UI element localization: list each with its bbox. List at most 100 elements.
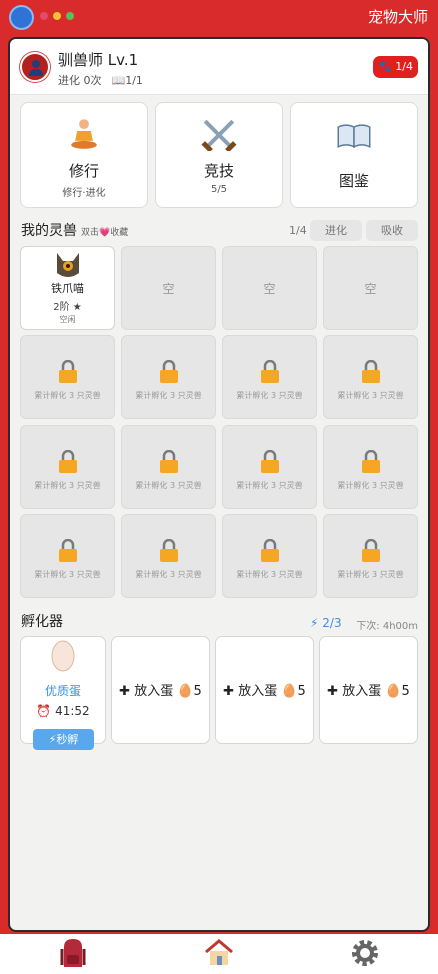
absorb-button[interactable]: 吸收	[366, 220, 418, 241]
timer-value: 41:52	[55, 704, 90, 718]
pets-hint: 双击💗收藏	[81, 228, 129, 238]
yellow-dot-icon	[53, 12, 61, 20]
locked-label: 累计孵化 3 只灵兽	[337, 481, 404, 490]
meditation-icon	[71, 119, 97, 149]
put-egg-button[interactable]: ✚ 放入蛋 🥚5	[216, 680, 313, 699]
gear-icon[interactable]	[349, 937, 381, 969]
egg-name: 优质蛋	[44, 684, 81, 698]
plus-icon: ✚	[327, 684, 339, 699]
pet-status: 空闲	[59, 315, 76, 324]
pet-slot-locked: 累计孵化 3 只灵兽	[20, 425, 115, 509]
lock-icon	[59, 450, 77, 473]
book-count: 1/1	[125, 74, 143, 87]
incubator-slot-empty[interactable]: ✚ 放入蛋 🥚5	[215, 636, 314, 744]
backpack-icon[interactable]	[56, 937, 90, 971]
avatar[interactable]	[20, 52, 50, 82]
pet-slot-locked: 累计孵化 3 只灵兽	[222, 335, 317, 419]
pet-slot-locked: 累计孵化 3 只灵兽	[121, 514, 216, 598]
speed-label: 秒孵	[56, 733, 79, 746]
hatch-timer: ⏰ 41:52	[21, 704, 105, 718]
book-small-icon: 📖	[111, 74, 126, 87]
pets-title: 我的灵兽	[21, 223, 77, 239]
card-subtitle: 修行·进化	[62, 188, 106, 199]
locked-label: 累计孵化 3 只灵兽	[337, 570, 404, 579]
top-bar: 宠物大师	[0, 0, 438, 34]
lock-icon	[59, 360, 77, 383]
energy-value: 2/3	[322, 616, 342, 630]
put-cost: 5	[297, 684, 306, 699]
locked-label: 累计孵化 3 只灵兽	[34, 570, 101, 579]
pet-slot-locked: 累计孵化 3 只灵兽	[20, 514, 115, 598]
locked-label: 累计孵化 3 只灵兽	[135, 481, 202, 490]
plus-icon: ✚	[119, 684, 131, 699]
instant-hatch-button[interactable]: ⚡秒孵	[33, 729, 94, 750]
pet-slot-locked: 累计孵化 3 只灵兽	[121, 425, 216, 509]
locked-label: 累计孵化 3 只灵兽	[135, 391, 202, 400]
locked-label: 累计孵化 3 只灵兽	[135, 570, 202, 579]
put-cost: 5	[401, 684, 410, 699]
pet-slot-empty[interactable]: 空	[121, 246, 216, 330]
pet-slot-empty[interactable]: 空	[323, 246, 418, 330]
empty-label: 空	[162, 282, 175, 296]
put-label: 放入蛋	[238, 684, 278, 699]
crossed-swords-icon	[201, 119, 237, 151]
pet-slot-locked: 累计孵化 3 只灵兽	[323, 335, 418, 419]
pet-slot-empty[interactable]: 空	[222, 246, 317, 330]
card-subtitle: 5/5	[210, 184, 228, 195]
incubator-slot-active[interactable]: 优质蛋 ⏰ 41:52 ⚡秒孵	[20, 636, 106, 750]
card-encyclopedia[interactable]: 图鉴	[290, 102, 418, 208]
green-dot-icon	[66, 12, 74, 20]
egg-small-icon: 🥚	[385, 684, 402, 699]
app-title: 宠物大师	[367, 8, 428, 26]
lock-icon	[362, 450, 380, 473]
egg-small-icon: 🥚	[281, 684, 298, 699]
pet-level: 2阶 ★	[53, 302, 82, 313]
pet-slot-locked: 累计孵化 3 只灵兽	[121, 335, 216, 419]
pet-slot-locked: 累计孵化 3 只灵兽	[222, 425, 317, 509]
pets-section-title: 我的灵兽 双击💗收藏	[21, 220, 128, 240]
lock-icon	[160, 539, 178, 562]
lock-icon	[261, 360, 279, 383]
empty-label: 空	[364, 282, 377, 296]
card-practice[interactable]: 修行 修行·进化	[20, 102, 148, 208]
evolve-button[interactable]: 进化	[310, 220, 362, 241]
trainer-stats: 进化 0次 📖1/1	[58, 72, 143, 88]
next-energy-time: 下次: 4h00m	[356, 621, 418, 632]
energy-indicator: ⚡ 2/3	[310, 616, 342, 630]
locked-label: 累计孵化 3 只灵兽	[34, 481, 101, 490]
pet-slot-locked: 累计孵化 3 只灵兽	[20, 335, 115, 419]
red-dot-icon	[40, 12, 48, 20]
card-title: 修行	[68, 162, 99, 180]
incubator-slot-empty[interactable]: ✚ 放入蛋 🥚5	[111, 636, 210, 744]
locked-label: 累计孵化 3 只灵兽	[236, 391, 303, 400]
locked-label: 累计孵化 3 只灵兽	[34, 391, 101, 400]
pet-slot-locked: 累计孵化 3 只灵兽	[222, 514, 317, 598]
locked-label: 累计孵化 3 只灵兽	[337, 391, 404, 400]
home-icon[interactable]	[203, 937, 235, 969]
put-egg-button[interactable]: ✚ 放入蛋 🥚5	[112, 680, 209, 699]
bottom-nav	[0, 934, 438, 974]
incubator-slot-empty[interactable]: ✚ 放入蛋 🥚5	[319, 636, 418, 744]
paw-icon: 🐾	[378, 60, 392, 73]
badge-count: 1/4	[395, 60, 413, 73]
put-cost: 5	[193, 684, 202, 699]
cat-pet-icon	[57, 253, 79, 277]
book-icon	[337, 124, 371, 148]
plus-icon: ✚	[223, 684, 235, 699]
locked-label: 累计孵化 3 只灵兽	[236, 481, 303, 490]
lightning-icon: ⚡	[310, 616, 319, 630]
lock-icon	[261, 450, 279, 473]
user-icon	[29, 60, 43, 76]
paw-badge[interactable]: 🐾 1/4	[373, 56, 418, 78]
pet-name: 铁爪喵	[51, 282, 84, 295]
card-title: 图鉴	[338, 172, 369, 190]
trainer-header: 驯兽师 Lv.1 进化 0次 📖1/1 🐾 1/4	[10, 39, 428, 95]
app-logo[interactable]	[9, 5, 34, 30]
pet-slot-filled[interactable]: 铁爪喵 2阶 ★ 空闲	[20, 246, 115, 330]
put-egg-button[interactable]: ✚ 放入蛋 🥚5	[320, 680, 417, 699]
lock-icon	[362, 539, 380, 562]
card-arena[interactable]: 竞技 5/5	[155, 102, 283, 208]
lock-icon	[160, 450, 178, 473]
card-title: 竞技	[203, 162, 234, 180]
main-panel: 驯兽师 Lv.1 进化 0次 📖1/1 🐾 1/4 修行 修行·进化 竞技 5/5…	[8, 37, 430, 932]
